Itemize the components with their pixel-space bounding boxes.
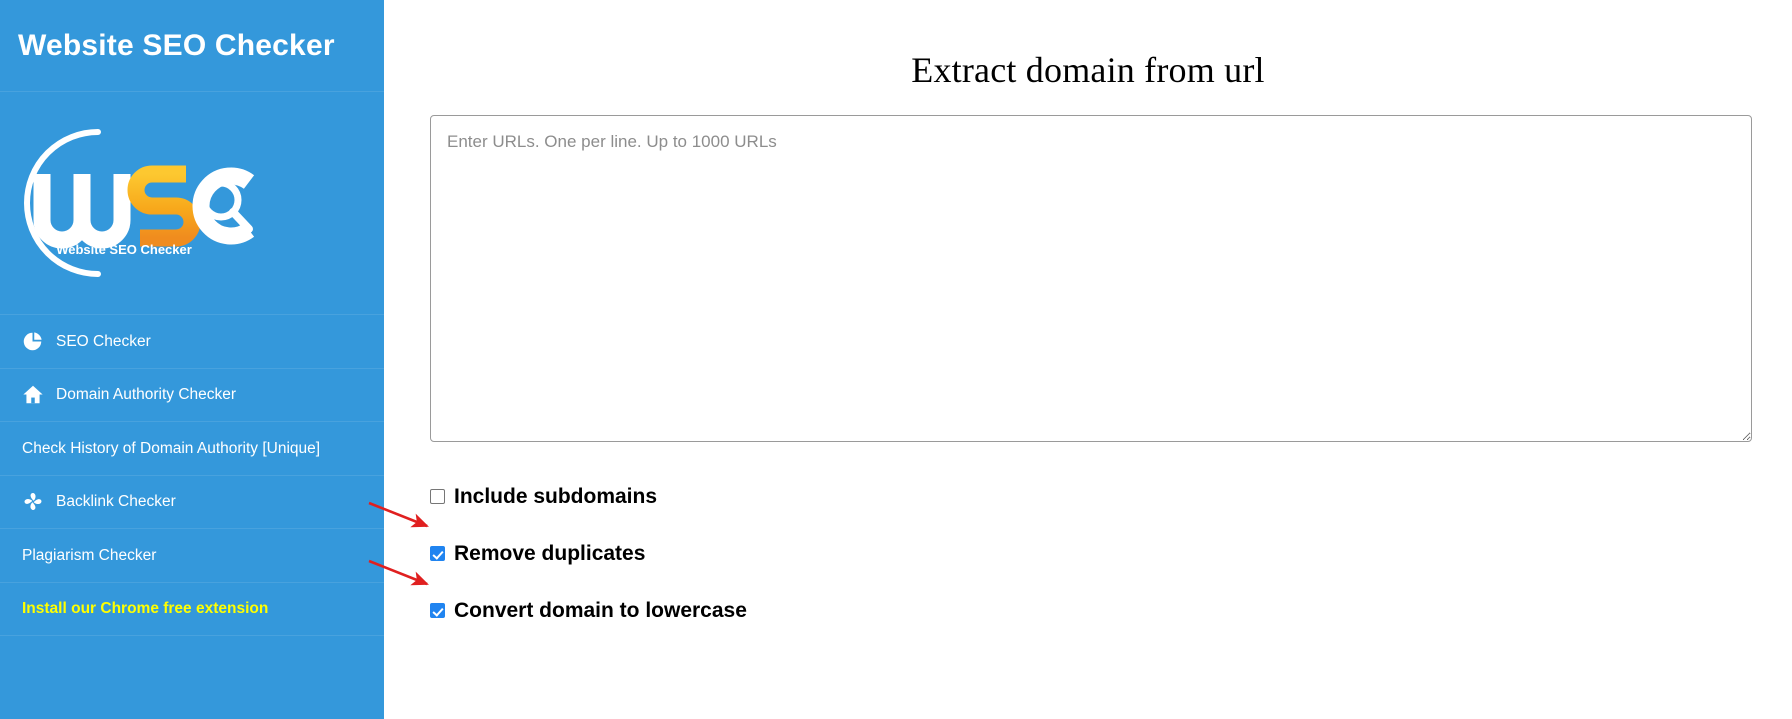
logo: Website SEO Checker: [6, 116, 278, 291]
sidebar: Website SEO Checker Website SEO Checker …: [0, 0, 384, 719]
sidebar-item-label: Backlink Checker: [56, 493, 176, 510]
option-label[interactable]: Convert domain to lowercase: [454, 600, 747, 621]
sidebar-item-check-history-of-domain-authority[interactable]: Check History of Domain Authority [Uniqu…: [0, 422, 384, 476]
logo-caption: Website SEO Checker: [56, 242, 192, 257]
url-input-area: [430, 115, 1756, 443]
sidebar-logo-block: Website SEO Checker: [0, 92, 384, 315]
home-icon: [22, 384, 48, 406]
sidebar-item-label: Domain Authority Checker: [56, 386, 237, 403]
sidebar-item-plagiarism-checker[interactable]: Plagiarism Checker: [0, 529, 384, 583]
option-remove-duplicates[interactable]: Remove duplicates: [430, 525, 1792, 582]
page-title: Extract domain from url: [911, 50, 1265, 90]
pie-chart-icon: [22, 330, 48, 352]
remove-duplicates-checkbox[interactable]: [430, 546, 445, 562]
sidebar-item-label: Install our Chrome free extension: [22, 600, 269, 617]
sidebar-item-label: Check History of Domain Authority [Uniqu…: [22, 439, 321, 457]
option-include-subdomains[interactable]: Include subdomains: [430, 468, 1792, 525]
sidebar-item-label: SEO Checker: [56, 332, 151, 350]
option-label[interactable]: Remove duplicates: [454, 543, 645, 564]
option-convert-domain-to-lowercase[interactable]: Convert domain to lowercase: [430, 582, 1792, 639]
sidebar-item-seo-checker[interactable]: SEO Checker: [0, 315, 384, 369]
backlink-icon: [22, 491, 48, 513]
sidebar-item-backlink-checker[interactable]: Backlink Checker: [0, 476, 384, 529]
include-subdomains-checkbox[interactable]: [430, 489, 445, 505]
url-textarea[interactable]: [430, 115, 1752, 443]
main-content: Extract domain from url Include subdomai…: [384, 0, 1792, 719]
sidebar-item-install-chrome-extension[interactable]: Install our Chrome free extension: [0, 583, 384, 636]
sidebar-item-label: Plagiarism Checker: [22, 546, 157, 564]
wsc-logo-icon: Website SEO Checker: [24, 128, 255, 277]
app-root: Website SEO Checker Website SEO Checker …: [0, 0, 1792, 719]
option-label[interactable]: Include subdomains: [454, 486, 657, 507]
app-title: Website SEO Checker: [18, 28, 335, 62]
sidebar-item-domain-authority-checker[interactable]: Domain Authority Checker: [0, 369, 384, 422]
options-group: Include subdomains Remove duplicates Con…: [430, 468, 1792, 639]
sidebar-nav: SEO Checker Domain Authority Checker Che…: [0, 315, 384, 636]
convert-lowercase-checkbox[interactable]: [430, 603, 445, 619]
sidebar-header: Website SEO Checker: [0, 0, 384, 92]
